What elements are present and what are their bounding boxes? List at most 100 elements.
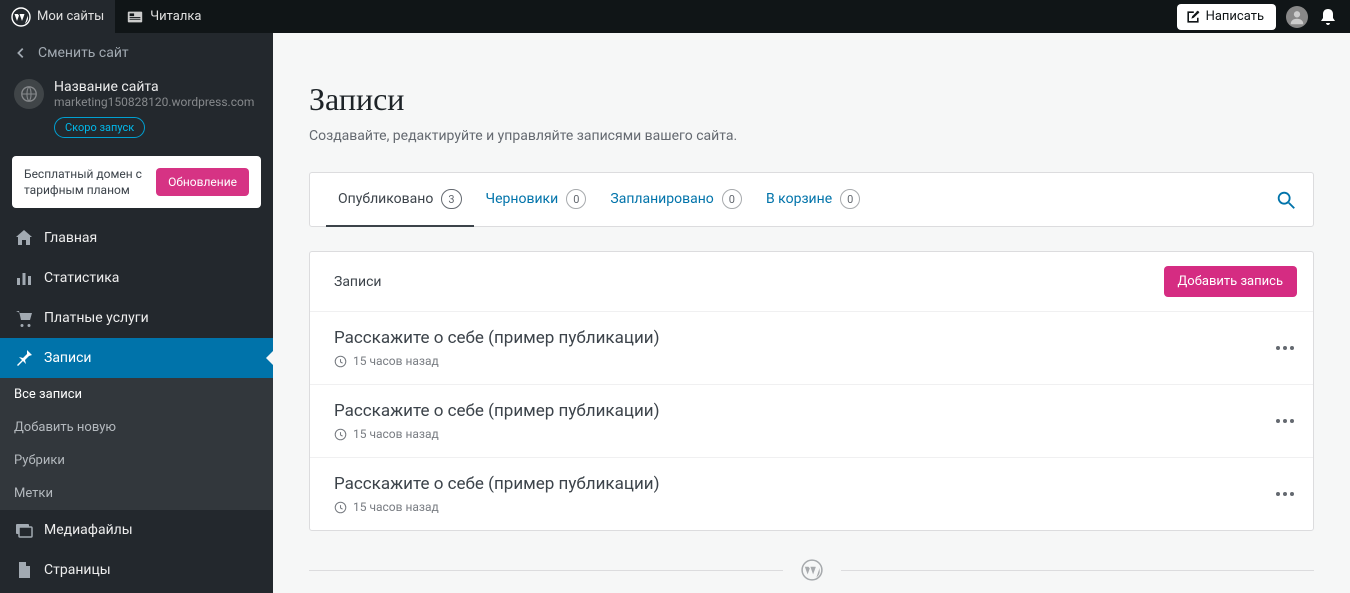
post-time: 15 часов назад [353, 354, 439, 368]
footer-divider [309, 559, 1314, 581]
nav-paid[interactable]: Платные услуги [0, 298, 273, 338]
main: Записи Создавайте, редактируйте и управл… [273, 33, 1350, 593]
site-switcher[interactable]: Сменить сайт [0, 33, 273, 73]
wordpress-footer-icon [801, 559, 823, 581]
list-header: Записи Добавить запись [310, 252, 1313, 311]
add-post-button[interactable]: Добавить запись [1164, 266, 1297, 297]
post-time: 15 часов назад [353, 500, 439, 514]
post-meta: 15 часов назад [334, 427, 1273, 441]
site-url: marketing150828120.wordpress.com [54, 95, 259, 109]
sidebar: Сменить сайт Название сайта marketing150… [0, 33, 273, 593]
nav-media[interactable]: Медиафайлы [0, 510, 273, 550]
clock-icon [334, 501, 347, 514]
reader-icon [126, 8, 144, 26]
tab-label: Опубликовано [338, 191, 433, 207]
avatar-icon [1288, 8, 1306, 26]
footer-line-right [841, 570, 1315, 571]
tab-label: В корзине [766, 191, 832, 207]
site-info: Название сайта marketing150828120.wordpr… [54, 79, 259, 138]
posts-list: Записи Добавить запись Расскажите о себе… [309, 251, 1314, 531]
home-icon [14, 228, 34, 248]
post-title: Расскажите о себе (пример публикации) [334, 474, 1273, 494]
notifications-icon[interactable] [1318, 7, 1338, 27]
globe-icon [20, 85, 38, 103]
topbar-mysites[interactable]: Мои сайты [0, 0, 115, 33]
upgrade-button[interactable]: Обновление [156, 168, 249, 196]
stats-icon [14, 268, 34, 288]
topbar-left: Мои сайты Читалка [0, 0, 212, 33]
more-icon[interactable] [1273, 482, 1297, 506]
topbar-mysites-label: Мои сайты [37, 9, 104, 24]
more-icon[interactable] [1273, 409, 1297, 433]
post-time: 15 часов назад [353, 427, 439, 441]
post-row[interactable]: Расскажите о себе (пример публикации) 15… [310, 457, 1313, 530]
page-title: Записи [309, 81, 1314, 118]
tab-label: Черновики [486, 191, 559, 207]
post-main: Расскажите о себе (пример публикации) 15… [334, 328, 1273, 368]
nav-posts-label: Записи [44, 350, 92, 366]
wordpress-logo-icon [11, 7, 31, 27]
more-icon[interactable] [1273, 336, 1297, 360]
site-switch-label: Сменить сайт [38, 45, 129, 61]
chevron-left-icon [14, 46, 28, 60]
page-header: Записи Создавайте, редактируйте и управл… [309, 81, 1314, 172]
tab-published[interactable]: Опубликовано 3 [326, 173, 474, 227]
write-icon [1185, 9, 1201, 25]
nav-media-label: Медиафайлы [44, 522, 133, 538]
subnav-add[interactable]: Добавить новую [0, 411, 273, 444]
post-main: Расскажите о себе (пример публикации) 15… [334, 474, 1273, 514]
site-badge: Скоро запуск [54, 117, 145, 138]
nav-home[interactable]: Главная [0, 218, 273, 258]
nav-posts[interactable]: Записи [0, 338, 273, 378]
tab-drafts[interactable]: Черновики 0 [474, 173, 599, 227]
topbar-reader[interactable]: Читалка [115, 0, 212, 33]
post-title: Расскажите о себе (пример публикации) [334, 401, 1273, 421]
nav-pages-label: Страницы [44, 562, 111, 578]
site-name: Название сайта [54, 79, 259, 95]
subnav-all[interactable]: Все записи [0, 378, 273, 411]
tabs: Опубликовано 3 Черновики 0 Запланировано… [309, 172, 1314, 227]
clock-icon [334, 355, 347, 368]
write-button-label: Написать [1206, 9, 1264, 24]
search-icon[interactable] [1275, 189, 1297, 211]
site-block: Название сайта marketing150828120.wordpr… [0, 73, 273, 150]
post-row[interactable]: Расскажите о себе (пример публикации) 15… [310, 311, 1313, 384]
upgrade-text: Бесплатный домен с тарифным планом [24, 166, 146, 198]
avatar[interactable] [1286, 6, 1308, 28]
cart-icon [14, 308, 34, 328]
site-icon [14, 79, 44, 109]
media-icon [14, 520, 34, 540]
topbar-right: Написать [1177, 4, 1350, 30]
post-meta: 15 часов назад [334, 354, 1273, 368]
list-header-title: Записи [334, 274, 382, 290]
nav-paid-label: Платные услуги [44, 310, 149, 326]
post-title: Расскажите о себе (пример публикации) [334, 328, 1273, 348]
subnav-tags[interactable]: Метки [0, 477, 273, 510]
tab-count: 3 [441, 189, 461, 209]
footer-line-left [309, 570, 783, 571]
write-button[interactable]: Написать [1177, 4, 1276, 30]
tab-count: 0 [566, 189, 586, 209]
tab-scheduled[interactable]: Запланировано 0 [598, 173, 754, 227]
nav-home-label: Главная [44, 230, 97, 246]
layout: Сменить сайт Название сайта marketing150… [0, 33, 1350, 593]
nav-pages[interactable]: Страницы [0, 550, 273, 590]
subnav-cats[interactable]: Рубрики [0, 444, 273, 477]
clock-icon [334, 428, 347, 441]
subnav: Все записи Добавить новую Рубрики Метки [0, 378, 273, 510]
topbar: Мои сайты Читалка Написать [0, 0, 1350, 33]
post-meta: 15 часов назад [334, 500, 1273, 514]
tab-count: 0 [722, 189, 742, 209]
topbar-reader-label: Читалка [150, 9, 201, 24]
nav-stats[interactable]: Статистика [0, 258, 273, 298]
tab-trash[interactable]: В корзине 0 [754, 173, 872, 227]
content-wrap: Записи Создавайте, редактируйте и управл… [309, 81, 1314, 531]
pages-icon [14, 560, 34, 580]
tab-count: 0 [840, 189, 860, 209]
tab-label: Запланировано [610, 191, 713, 207]
post-row[interactable]: Расскажите о себе (пример публикации) 15… [310, 384, 1313, 457]
nav-stats-label: Статистика [44, 270, 119, 286]
pin-icon [14, 348, 34, 368]
post-main: Расскажите о себе (пример публикации) 15… [334, 401, 1273, 441]
upgrade-card: Бесплатный домен с тарифным планом Обнов… [12, 156, 261, 208]
